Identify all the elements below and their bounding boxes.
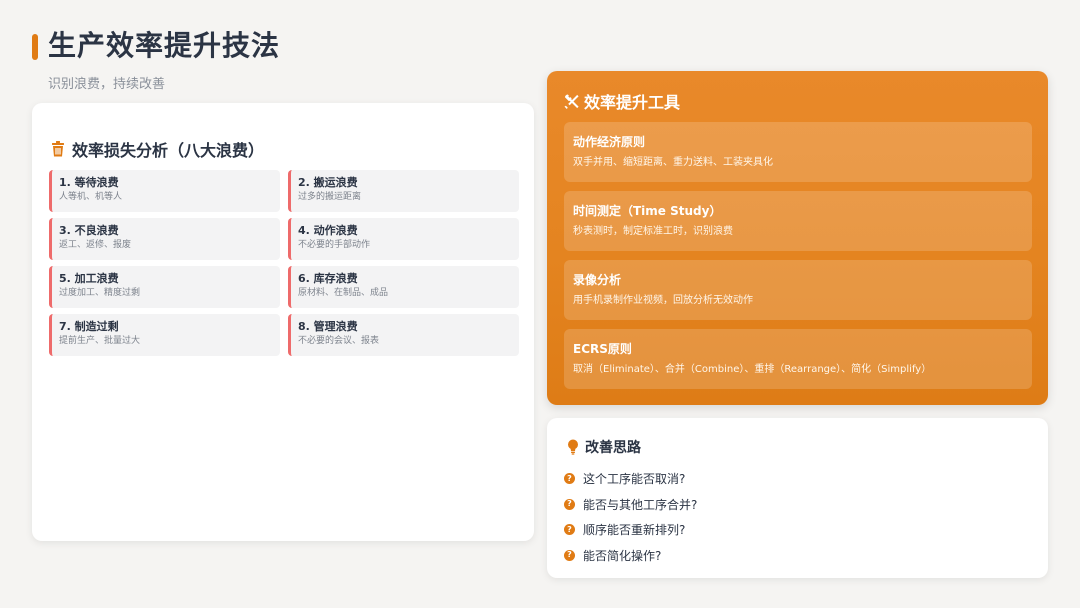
waste-item-desc: 人等机、机等人 — [59, 192, 123, 202]
tool-item-desc: 取消（Eliminate）、合并（Combine）、重排（Rearrange）、… — [573, 364, 932, 375]
waste-item-desc: 不必要的会议、报表 — [298, 336, 380, 346]
waste-item-desc: 过多的搬运距离 — [298, 192, 362, 202]
tools-section-title: 效率提升工具 — [584, 93, 681, 112]
idea-text: 能否简化操作? — [583, 548, 662, 563]
tool-item-desc: 用手机录制作业视频，回放分析无效动作 — [573, 295, 753, 306]
waste-item: 2. 搬运浪费 过多的搬运距离 — [288, 170, 519, 212]
waste-item-title: 2. 搬运浪费 — [298, 176, 358, 189]
ideas-section-header: 改善思路 — [565, 437, 641, 457]
waste-item: 6. 库存浪费 原材料、在制品、成品 — [288, 266, 519, 308]
efficiency-tools-card: 效率提升工具 动作经济原则 双手并用、缩短距离、重力送料、工装夹具化 时间测定（… — [547, 71, 1048, 405]
tool-item: 动作经济原则 双手并用、缩短距离、重力送料、工装夹具化 — [564, 122, 1032, 182]
tool-item-name: 录像分析 — [573, 273, 622, 287]
waste-section-header: 效率损失分析（八大浪费） — [50, 137, 264, 161]
tool-item-name: 动作经济原则 — [573, 135, 646, 149]
waste-item-desc: 不必要的手部动作 — [298, 240, 371, 250]
waste-item-desc: 原材料、在制品、成品 — [298, 288, 389, 298]
idea-text: 顺序能否重新排列? — [583, 523, 686, 538]
list-item: ? 顺序能否重新排列? — [564, 517, 697, 543]
tool-item-desc: 秒表测时，制定标准工时，识别浪费 — [573, 226, 733, 237]
waste-item-desc: 过度加工、精度过剩 — [59, 288, 141, 298]
waste-item-title: 6. 库存浪费 — [298, 272, 358, 285]
question-icon: ? — [564, 524, 575, 536]
tool-item-desc: 双手并用、缩短距离、重力送料、工装夹具化 — [573, 157, 773, 168]
page-subtitle: 识别浪费，持续改善 — [48, 77, 166, 92]
tool-item-name: ECRS原则 — [573, 342, 632, 356]
waste-item-title: 7. 制造过剩 — [59, 320, 119, 333]
idea-text: 这个工序能否取消? — [583, 472, 686, 487]
list-item: ? 能否与其他工序合并? — [564, 492, 697, 518]
waste-item: 8. 管理浪费 不必要的会议、报表 — [288, 314, 519, 356]
tool-item: 录像分析 用手机录制作业视频，回放分析无效动作 — [564, 260, 1032, 320]
title-accent-bar — [32, 34, 38, 60]
waste-item-title: 3. 不良浪费 — [59, 224, 119, 237]
waste-section-title: 效率损失分析（八大浪费） — [72, 141, 265, 160]
ideas-list: ? 这个工序能否取消? ? 能否与其他工序合并? ? 顺序能否重新排列? ? 能… — [564, 466, 697, 568]
waste-item-desc: 提前生产、批量过大 — [59, 336, 141, 346]
waste-item-title: 8. 管理浪费 — [298, 320, 358, 333]
tool-item-name: 时间测定（Time Study） — [573, 204, 722, 218]
waste-item: 1. 等待浪费 人等机、机等人 — [49, 170, 280, 212]
question-icon: ? — [564, 549, 575, 561]
tool-item: 时间测定（Time Study） 秒表测时，制定标准工时，识别浪费 — [564, 191, 1032, 251]
tools-section-header: 效率提升工具 — [564, 89, 680, 113]
waste-item-title: 5. 加工浪费 — [59, 272, 119, 285]
trash-icon — [50, 141, 66, 157]
waste-item: 4. 动作浪费 不必要的手部动作 — [288, 218, 519, 260]
page-title: 生产效率提升技法 — [48, 29, 281, 62]
improvement-ideas-card: 改善思路 ? 这个工序能否取消? ? 能否与其他工序合并? ? 顺序能否重新排列… — [547, 418, 1048, 578]
list-item: ? 能否简化操作? — [564, 543, 697, 569]
ideas-section-title: 改善思路 — [585, 440, 641, 456]
waste-grid: 1. 等待浪费 人等机、机等人 2. 搬运浪费 过多的搬运距离 3. 不良浪费 … — [49, 170, 519, 356]
tool-item: ECRS原则 取消（Eliminate）、合并（Combine）、重排（Rear… — [564, 329, 1032, 389]
list-item: ? 这个工序能否取消? — [564, 466, 697, 492]
tools-icon — [564, 93, 580, 109]
idea-text: 能否与其他工序合并? — [583, 497, 698, 512]
question-icon: ? — [564, 498, 575, 510]
waste-item-desc: 返工、返修、报废 — [59, 240, 132, 250]
waste-item: 5. 加工浪费 过度加工、精度过剩 — [49, 266, 280, 308]
waste-item: 3. 不良浪费 返工、返修、报废 — [49, 218, 280, 260]
lightbulb-icon — [565, 439, 581, 455]
waste-item: 7. 制造过剩 提前生产、批量过大 — [49, 314, 280, 356]
waste-item-title: 4. 动作浪费 — [298, 224, 358, 237]
waste-item-title: 1. 等待浪费 — [59, 176, 119, 189]
question-icon: ? — [564, 473, 575, 485]
waste-analysis-card: 效率损失分析（八大浪费） 1. 等待浪费 人等机、机等人 2. 搬运浪费 过多的… — [32, 103, 534, 541]
